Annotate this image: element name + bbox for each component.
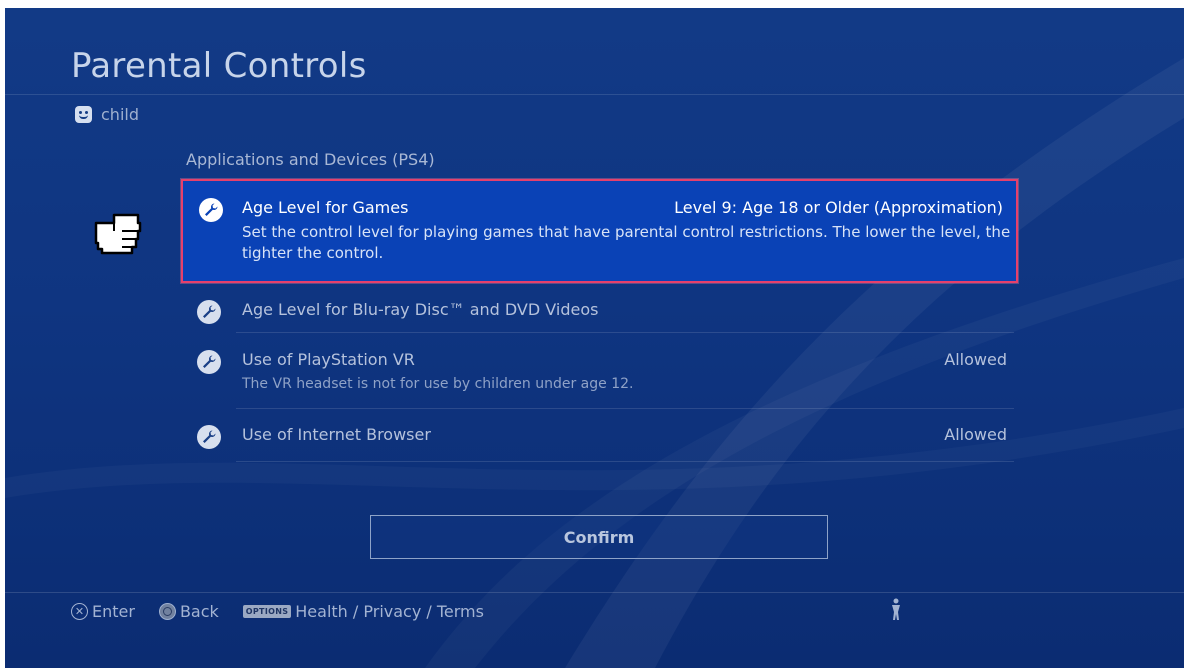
wrench-icon [197,350,221,374]
row-divider [236,461,1014,462]
header-divider [5,94,1184,95]
item-value: Level 9: Age 18 or Older (Approximation) [674,198,1003,217]
confirm-button[interactable]: Confirm [370,515,828,559]
item-label: Use of PlayStation VR [242,350,415,369]
item-value: Allowed [944,425,1007,444]
user-name: child [101,104,139,124]
item-label: Age Level for Blu-ray Disc™ and DVD Vide… [242,300,599,319]
item-description: Set the control level for playing games … [242,223,1011,262]
smile-face-icon [75,105,92,123]
row-divider [236,408,1014,409]
wrench-icon [199,198,223,222]
menu-item-age-level-bluray[interactable]: Age Level for Blu-ray Disc™ and DVD Vide… [181,288,1018,332]
item-description: The VR headset is not for use by childre… [242,376,634,392]
section-title: Applications and Devices (PS4) [186,150,435,169]
menu-item-age-level-games[interactable]: Age Level for Games Level 9: Age 18 or O… [181,179,1018,283]
health-privacy-terms-hint[interactable]: Health / Privacy / Terms [295,602,484,621]
menu-item-playstation-vr[interactable]: Use of PlayStation VR Allowed The VR hea… [181,340,1018,406]
wrench-icon [197,425,221,449]
user-indicator: child [75,104,139,124]
row-divider [236,332,1014,333]
options-button-icon: OPTIONS [242,604,292,618]
wrench-icon [197,300,221,324]
footer-hints: ✕ Enter Back OPTIONS Health / Privacy / … [71,600,484,622]
footer-divider [5,592,1184,593]
pointing-hand-icon [94,213,142,255]
background-waves [565,58,1184,668]
cross-button-icon: ✕ [71,602,88,620]
item-label: Age Level for Games [242,198,409,217]
item-label: Use of Internet Browser [242,425,431,444]
back-hint[interactable]: Back [180,602,219,621]
circle-button-icon [158,602,176,620]
figure-icon [892,598,900,620]
item-value: Allowed [944,350,1007,369]
enter-hint[interactable]: Enter [92,602,135,621]
menu-item-internet-browser[interactable]: Use of Internet Browser Allowed [181,416,1018,460]
ps4-screen: Parental Controls child Applications and… [5,8,1184,668]
page-title: Parental Controls [71,46,367,86]
